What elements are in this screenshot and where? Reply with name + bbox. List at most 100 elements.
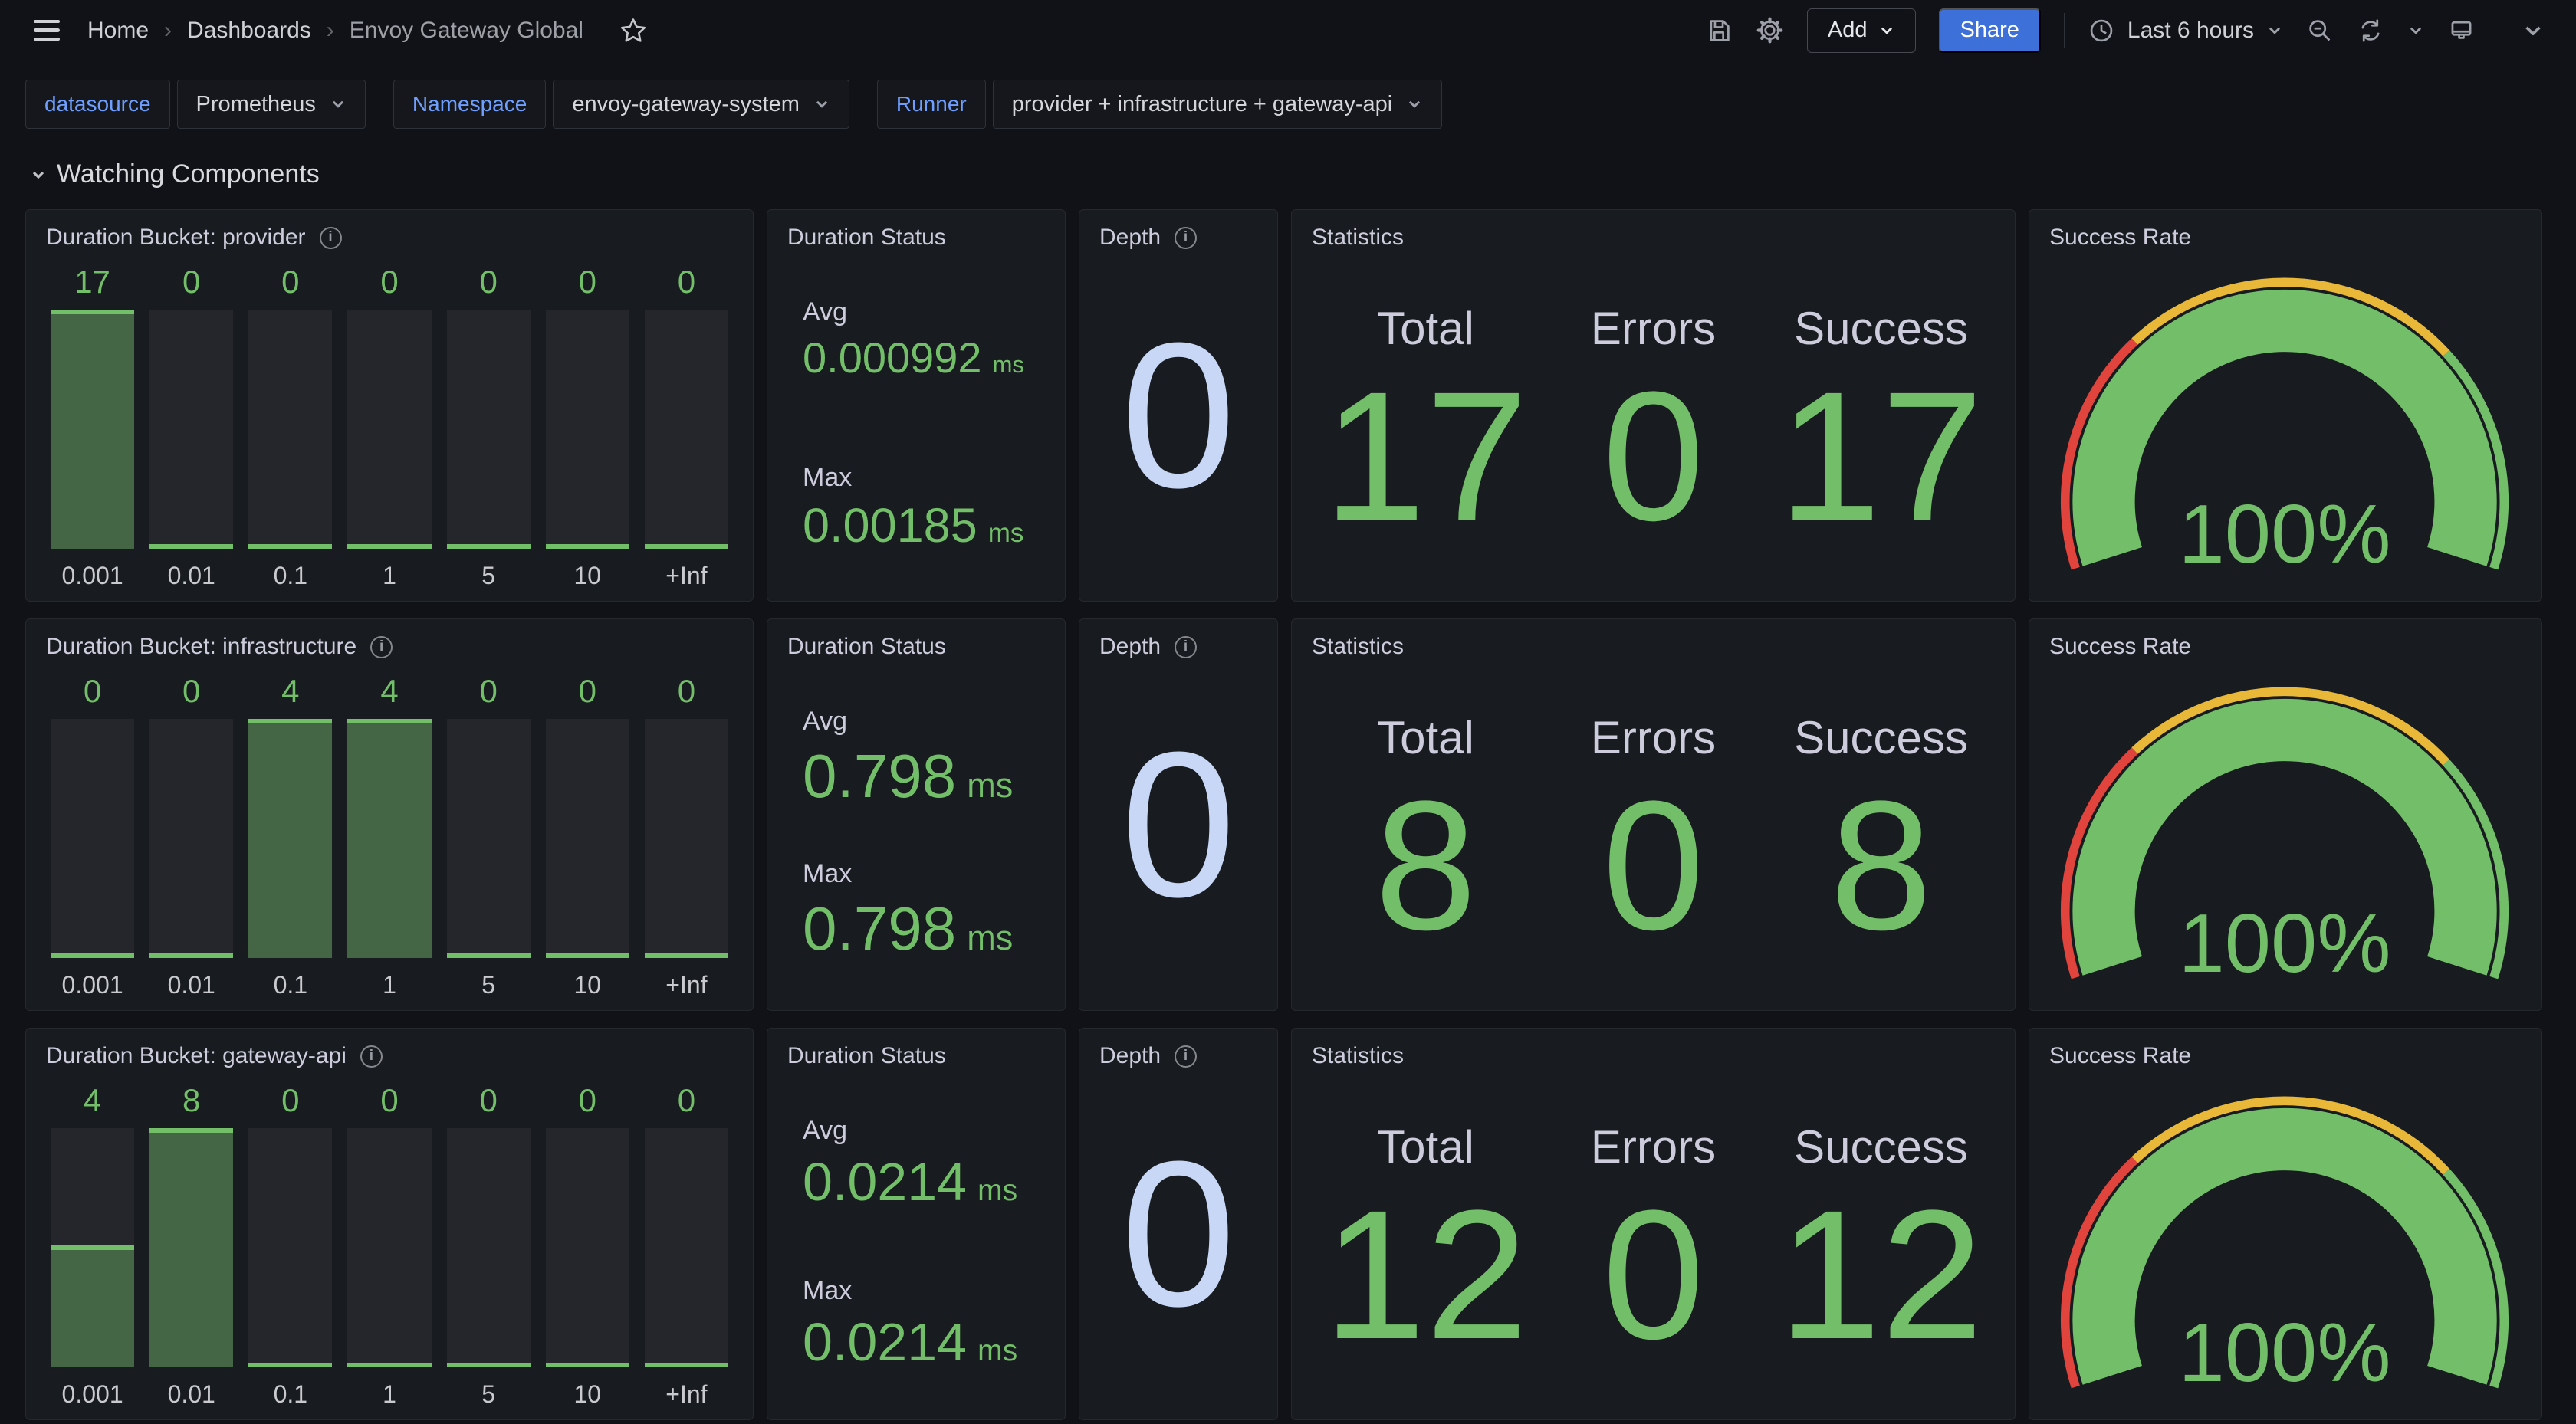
panel-title[interactable]: Duration Bucket: gateway-api: [46, 1043, 347, 1069]
statistics-column-errors: Errors0: [1539, 253, 1767, 573]
bar-value-label: 0: [579, 667, 596, 710]
panel-header: Depthi: [1079, 1029, 1277, 1071]
panel-title[interactable]: Statistics: [1312, 225, 1404, 251]
add-button[interactable]: Add: [1807, 8, 1916, 53]
panel-title[interactable]: Depth: [1099, 1043, 1161, 1069]
bar-value-label: 0: [84, 667, 101, 710]
info-icon[interactable]: i: [1175, 636, 1197, 658]
save-icon[interactable]: [1705, 17, 1733, 44]
variable-value-dropdown[interactable]: Prometheus: [177, 80, 366, 129]
variable-datasource: datasourcePrometheus: [25, 80, 366, 129]
stat-block: Avg0.000992ms: [803, 297, 1050, 379]
bar-fill: [51, 310, 134, 549]
panel-header: Statistics: [1292, 210, 2015, 253]
stat-value-row: 0.798ms: [803, 898, 1050, 960]
stat-unit: ms: [988, 518, 1024, 549]
bar-track: [546, 719, 629, 958]
kiosk-mode-icon[interactable]: [2447, 16, 2476, 44]
collapse-icon[interactable]: [2522, 20, 2544, 41]
depth-body: 0: [1079, 1071, 1277, 1419]
info-icon[interactable]: i: [360, 1045, 383, 1068]
chevron-down-icon: [1406, 96, 1423, 113]
bar-track: [51, 1128, 134, 1367]
variable-value-dropdown[interactable]: provider + infrastructure + gateway-api: [993, 80, 1442, 129]
panel-title[interactable]: Statistics: [1312, 634, 1404, 660]
panel-depth: Depthi0: [1079, 1028, 1278, 1420]
share-button[interactable]: Share: [1939, 8, 2041, 53]
breadcrumb-item[interactable]: Dashboards: [187, 18, 311, 44]
panel-header: Success Rate: [2029, 619, 2542, 662]
bar-track: [248, 310, 332, 549]
bar-value-label: 8: [182, 1076, 200, 1119]
stat-label: Avg: [803, 707, 1050, 737]
panel-title[interactable]: Depth: [1099, 225, 1161, 251]
variable-value-text: envoy-gateway-system: [572, 92, 800, 117]
variable-value-dropdown[interactable]: envoy-gateway-system: [553, 80, 849, 129]
bar-value-label: 0: [182, 258, 200, 300]
bar-value-label: 0: [479, 1076, 497, 1119]
bar-column: 170.001: [51, 258, 134, 590]
panel-title[interactable]: Success Rate: [2049, 225, 2191, 251]
statistics-header: Total: [1377, 302, 1474, 355]
panel-header: Success Rate: [2029, 1029, 2542, 1071]
settings-icon[interactable]: [1756, 16, 1784, 44]
bar-fill: [51, 953, 134, 958]
breadcrumb-item: Envoy Gateway Global: [350, 18, 583, 44]
stat-label: Max: [803, 463, 1050, 493]
bar-column: 00.01: [150, 667, 233, 999]
bar-x-label: 10: [573, 966, 601, 999]
panel-title[interactable]: Success Rate: [2049, 1043, 2191, 1069]
panel-header: Duration Bucket: infrastructure i: [26, 619, 753, 662]
info-icon[interactable]: i: [370, 636, 393, 658]
panel-title[interactable]: Duration Bucket: provider: [46, 225, 306, 251]
bar-track: [347, 310, 431, 549]
panel-title[interactable]: Statistics: [1312, 1043, 1404, 1069]
star-icon[interactable]: [619, 16, 648, 45]
gauge-body: 100%: [2029, 662, 2542, 1010]
bar-x-label: +Inf: [665, 966, 707, 999]
stat-block: Max0.0214ms: [803, 1276, 1050, 1369]
refresh-interval-caret-icon[interactable]: [2407, 22, 2424, 39]
statistics-header: Errors: [1591, 1120, 1716, 1173]
bar-chart: 00.00100.0140.141050100+Inf: [26, 662, 753, 1010]
info-icon[interactable]: i: [1175, 227, 1197, 249]
gauge-value-text: 100%: [2179, 1306, 2391, 1399]
duration-status-body: Avg0.0214msMax0.0214ms: [767, 1071, 1065, 1419]
bar-fill: [248, 1363, 332, 1367]
bar-x-label: 0.001: [62, 966, 123, 999]
menu-icon[interactable]: [34, 20, 60, 41]
bar-x-label: 0.01: [168, 556, 215, 590]
panel-header: Statistics: [1292, 1029, 2015, 1071]
statistics-header: Success: [1794, 711, 1968, 764]
bar-fill: [347, 544, 431, 549]
panel-title[interactable]: Success Rate: [2049, 634, 2191, 660]
panel-title[interactable]: Duration Bucket: infrastructure: [46, 634, 356, 660]
bar-column: 05: [447, 258, 531, 590]
bar-x-label: +Inf: [665, 556, 707, 590]
zoom-out-icon[interactable]: [2306, 17, 2334, 44]
panel-depth: Depthi0: [1079, 209, 1278, 602]
panel-title[interactable]: Duration Status: [787, 634, 946, 660]
bar-track: [150, 719, 233, 958]
panel-title[interactable]: Depth: [1099, 634, 1161, 660]
bar-x-label: 0.1: [274, 1375, 307, 1409]
chevron-down-icon: [2266, 22, 2283, 39]
bar-track: [546, 310, 629, 549]
bar-x-label: 5: [481, 1375, 495, 1409]
refresh-icon[interactable]: [2357, 17, 2384, 44]
bar-value-label: 0: [182, 667, 200, 710]
duration-status-body: Avg0.000992ms Max0.00185ms: [767, 253, 1065, 601]
panel-title[interactable]: Duration Status: [787, 225, 946, 251]
breadcrumb-item[interactable]: Home: [87, 18, 149, 44]
row-header-watching-components[interactable]: Watching Components: [0, 129, 2576, 189]
time-range-picker[interactable]: Last 6 hours: [2088, 17, 2283, 44]
panel-title[interactable]: Duration Status: [787, 1043, 946, 1069]
statistics-header: Total: [1377, 1120, 1474, 1173]
stat-value-row: 0.0214ms: [803, 1155, 1050, 1209]
info-icon[interactable]: i: [1175, 1045, 1197, 1068]
stat-block: Max0.00185ms: [803, 463, 1050, 550]
info-icon[interactable]: i: [320, 227, 342, 249]
panel-duration-bucket: Duration Bucket: provider i 170.001 0 0.01 00…: [25, 209, 754, 602]
stat-label: Max: [803, 1276, 1050, 1306]
bar-column: 00.1: [248, 258, 332, 590]
